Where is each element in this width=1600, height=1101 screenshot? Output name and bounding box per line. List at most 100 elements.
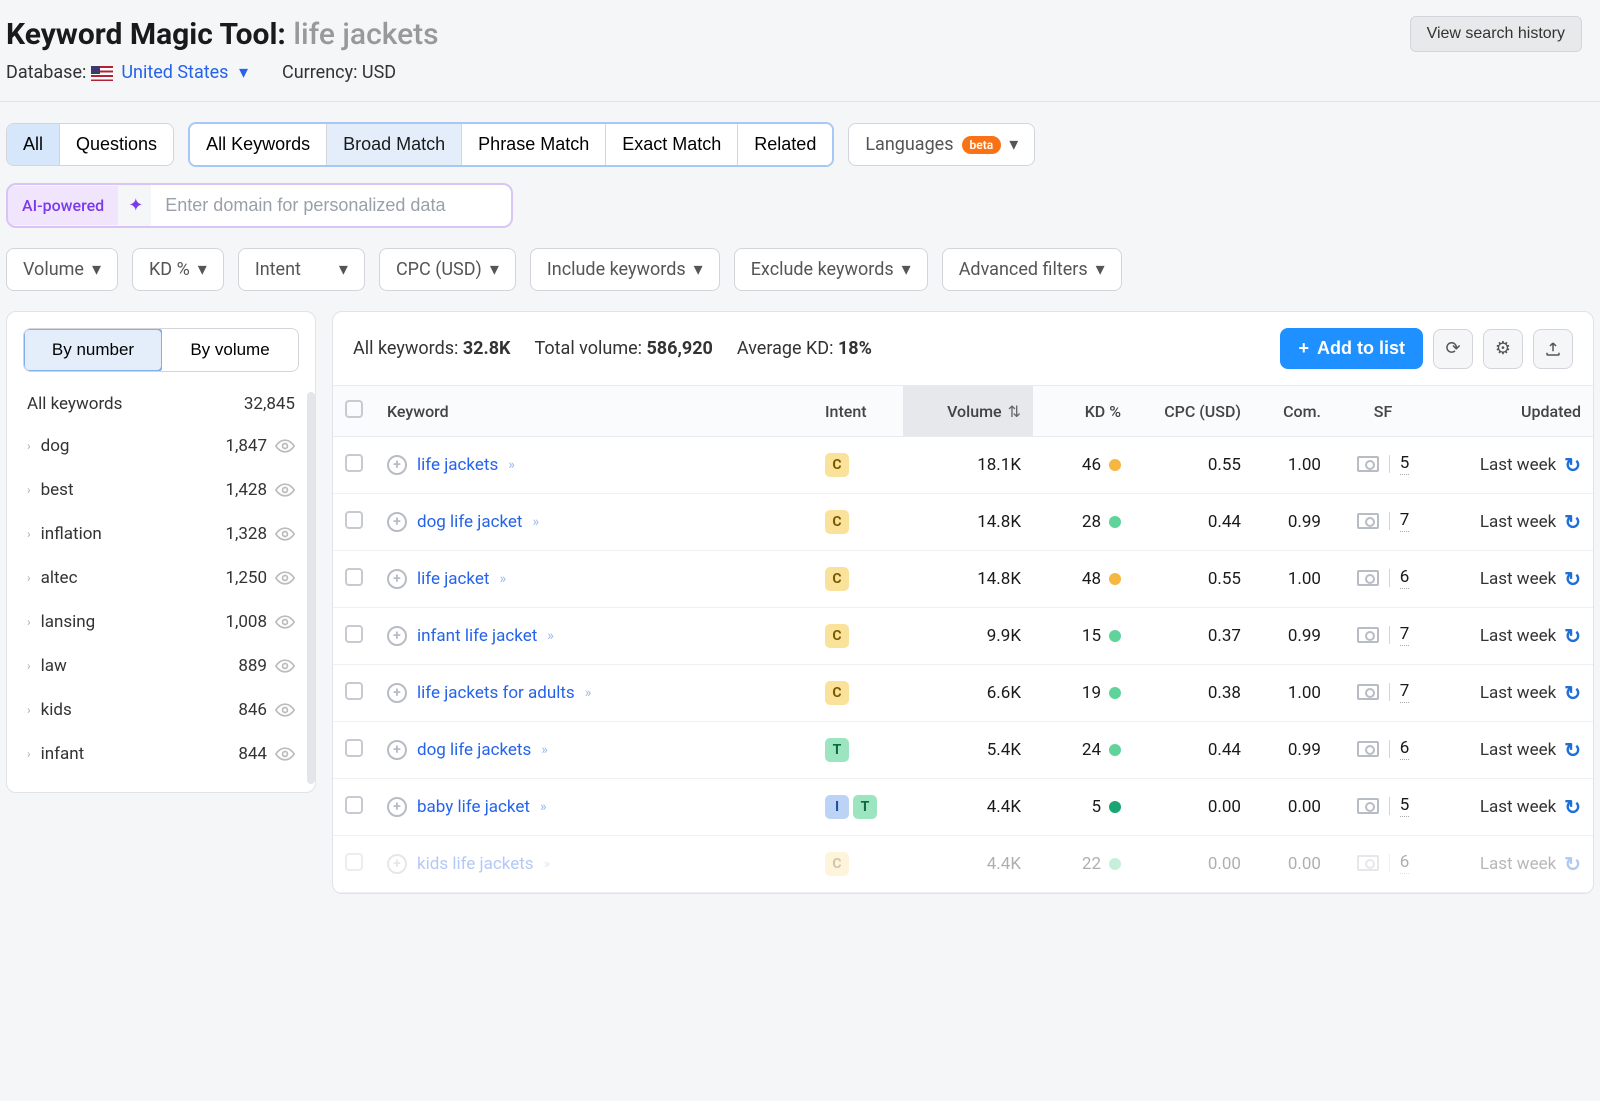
keyword-link[interactable]: dog life jacket — [417, 512, 523, 532]
refresh-row-icon[interactable]: ↻ — [1564, 795, 1581, 819]
eye-icon — [275, 439, 295, 453]
row-checkbox[interactable] — [345, 853, 363, 871]
col-kd[interactable]: KD % — [1033, 386, 1133, 437]
plus-icon: + — [1298, 338, 1309, 359]
col-cpc[interactable]: CPC (USD) — [1133, 386, 1253, 437]
filter-advanced[interactable]: Advanced filters▾ — [942, 248, 1122, 291]
col-updated[interactable]: Updated — [1433, 386, 1593, 437]
tab-questions[interactable]: Questions — [59, 124, 173, 165]
languages-dropdown[interactable]: Languages beta ▾ — [848, 123, 1035, 166]
expand-icon[interactable]: + — [387, 854, 407, 874]
sort-by-number-button[interactable]: By number — [23, 328, 163, 372]
col-keyword[interactable]: Keyword — [375, 386, 813, 437]
sf-cell[interactable]: 7 — [1357, 624, 1410, 646]
serp-icon — [1357, 513, 1379, 529]
filter-volume-label: Volume — [23, 259, 84, 280]
view-search-history-button[interactable]: View search history — [1410, 16, 1582, 52]
expand-icon[interactable]: + — [387, 569, 407, 589]
settings-button[interactable]: ⚙ — [1483, 329, 1523, 369]
table-row: + infant life jacket » C 9.9K 15 0.37 0.… — [333, 608, 1593, 665]
sf-cell[interactable]: 6 — [1357, 738, 1410, 760]
col-volume-label: Volume — [947, 402, 1002, 421]
sidebar-item-dog[interactable]: › dog 1,847 — [23, 424, 299, 468]
sidebar-item-law[interactable]: › law 889 — [23, 644, 299, 688]
updated-label: Last week — [1480, 683, 1556, 703]
sidebar-item-altec[interactable]: › altec 1,250 — [23, 556, 299, 600]
col-volume[interactable]: Volume⇅ — [903, 386, 1033, 437]
tab-exact-match[interactable]: Exact Match — [605, 124, 737, 165]
refresh-button[interactable]: ⟳ — [1433, 329, 1473, 369]
keyword-link[interactable]: baby life jacket — [417, 797, 530, 817]
filter-include[interactable]: Include keywords▾ — [530, 248, 720, 291]
kd-cell: 46 — [1082, 455, 1121, 475]
stat-volume-value: 586,920 — [646, 338, 712, 359]
filter-volume[interactable]: Volume▾ — [6, 248, 118, 291]
kd-dot-icon — [1109, 516, 1121, 528]
refresh-row-icon[interactable]: ↻ — [1564, 567, 1581, 591]
row-checkbox[interactable] — [345, 796, 363, 814]
filter-intent[interactable]: Intent▾ — [238, 248, 365, 291]
ai-domain-input[interactable] — [151, 185, 511, 226]
row-checkbox[interactable] — [345, 739, 363, 757]
sf-cell[interactable]: 7 — [1357, 510, 1410, 532]
sidebar-all-label: All keywords — [27, 394, 122, 414]
row-checkbox[interactable] — [345, 454, 363, 472]
expand-icon[interactable]: + — [387, 626, 407, 646]
refresh-row-icon[interactable]: ↻ — [1564, 738, 1581, 762]
sidebar-item-inflation[interactable]: › inflation 1,328 — [23, 512, 299, 556]
row-checkbox[interactable] — [345, 511, 363, 529]
keyword-link[interactable]: kids life jackets — [417, 854, 534, 874]
sf-cell[interactable]: 5 — [1357, 795, 1410, 817]
keyword-link[interactable]: dog life jackets — [417, 740, 531, 760]
col-sf[interactable]: SF — [1333, 386, 1433, 437]
sidebar-item-kids[interactable]: › kids 846 — [23, 688, 299, 732]
sidebar-item-count: 1,328 — [225, 524, 267, 544]
col-intent[interactable]: Intent — [813, 386, 903, 437]
expand-icon[interactable]: + — [387, 740, 407, 760]
serp-icon — [1357, 855, 1379, 871]
row-checkbox[interactable] — [345, 682, 363, 700]
add-to-list-button[interactable]: +Add to list — [1280, 328, 1423, 369]
tab-phrase-match[interactable]: Phrase Match — [461, 124, 605, 165]
filter-kd[interactable]: KD %▾ — [132, 248, 224, 291]
sidebar-scrollbar[interactable] — [307, 392, 315, 784]
refresh-row-icon[interactable]: ↻ — [1564, 510, 1581, 534]
row-checkbox[interactable] — [345, 568, 363, 586]
expand-icon[interactable]: + — [387, 512, 407, 532]
filter-exclude[interactable]: Exclude keywords▾ — [734, 248, 928, 291]
expand-icon[interactable]: + — [387, 683, 407, 703]
keyword-link[interactable]: life jackets — [417, 455, 498, 475]
tab-all[interactable]: All — [7, 124, 59, 165]
select-all-checkbox[interactable] — [345, 400, 363, 418]
sidebar-item-label: lansing — [41, 612, 226, 632]
sidebar-item-best[interactable]: › best 1,428 — [23, 468, 299, 512]
tab-related[interactable]: Related — [737, 124, 832, 165]
keyword-link[interactable]: life jacket — [417, 569, 489, 589]
refresh-row-icon[interactable]: ↻ — [1564, 453, 1581, 477]
sidebar-item-lansing[interactable]: › lansing 1,008 — [23, 600, 299, 644]
sf-cell[interactable]: 5 — [1357, 453, 1410, 475]
tab-broad-match[interactable]: Broad Match — [326, 124, 461, 165]
sort-by-volume-button[interactable]: By volume — [162, 329, 298, 371]
row-checkbox[interactable] — [345, 625, 363, 643]
sf-cell[interactable]: 6 — [1357, 852, 1410, 874]
col-com[interactable]: Com. — [1253, 386, 1333, 437]
expand-icon[interactable]: + — [387, 797, 407, 817]
filter-cpc[interactable]: CPC (USD)▾ — [379, 248, 516, 291]
kd-dot-icon — [1109, 573, 1121, 585]
refresh-row-icon[interactable]: ↻ — [1564, 852, 1581, 876]
intent-cell: C — [825, 510, 891, 534]
expand-icon[interactable]: + — [387, 455, 407, 475]
export-button[interactable] — [1533, 329, 1573, 369]
tab-all-keywords[interactable]: All Keywords — [190, 124, 326, 165]
sf-cell[interactable]: 6 — [1357, 567, 1410, 589]
keyword-link[interactable]: infant life jacket — [417, 626, 537, 646]
sidebar-item-infant[interactable]: › infant 844 — [23, 732, 299, 776]
keyword-link[interactable]: life jackets for adults — [417, 683, 575, 703]
database-selector[interactable]: Database: United States ▾ — [6, 62, 248, 83]
refresh-row-icon[interactable]: ↻ — [1564, 681, 1581, 705]
stat-all-value: 32.8K — [463, 338, 511, 359]
sf-cell[interactable]: 7 — [1357, 681, 1410, 703]
refresh-row-icon[interactable]: ↻ — [1564, 624, 1581, 648]
double-chevron-icon: » — [499, 571, 506, 587]
